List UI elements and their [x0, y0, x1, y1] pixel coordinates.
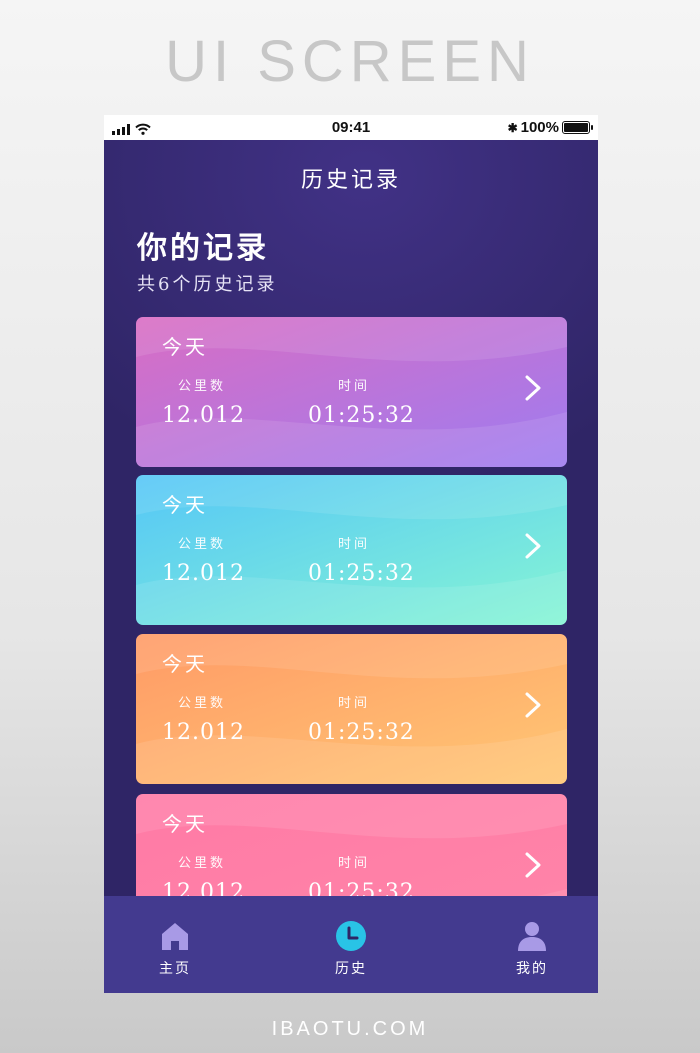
record-day: 今天	[162, 652, 208, 676]
battery-icon	[562, 121, 593, 134]
record-card[interactable]: 今天 公里数 时间 12.012 01:25:32	[136, 317, 567, 467]
chevron-right-icon[interactable]	[524, 851, 542, 879]
record-count: 共6个历史记录	[137, 274, 278, 295]
time-label: 时间	[338, 537, 371, 552]
tab-label-history: 历史	[335, 961, 367, 977]
page-title: 你的记录	[137, 231, 269, 266]
time-label: 时间	[338, 856, 371, 871]
distance-label: 公里数	[178, 379, 227, 394]
distance-value: 12.012	[162, 720, 245, 745]
time-label: 时间	[338, 696, 371, 711]
tab-profile[interactable]: 我的	[477, 896, 587, 993]
nav-title: 历史记录	[300, 168, 401, 193]
tab-bar: 主页 历史 我的	[104, 896, 598, 993]
record-card[interactable]: 今天 公里数 时间 12.012 01:25:32	[136, 634, 567, 784]
tab-home[interactable]: 主页	[120, 896, 230, 993]
footer-brand: IBAOTU.COM	[271, 1018, 429, 1040]
distance-label: 公里数	[178, 696, 227, 711]
duration-value: 01:25:32	[308, 561, 415, 586]
tab-history[interactable]: 历史	[296, 896, 406, 993]
chevron-right-icon[interactable]	[524, 691, 542, 719]
time-label: 时间	[338, 379, 371, 394]
banner-title: UI SCREEN	[165, 29, 535, 94]
tab-label-profile: 我的	[516, 961, 548, 977]
tab-label-home: 主页	[159, 961, 191, 977]
record-card[interactable]: 今天 公里数 时间 12.012 01:25:32	[136, 475, 567, 625]
chevron-right-icon[interactable]	[524, 374, 542, 402]
record-day: 今天	[162, 335, 208, 359]
record-day: 今天	[162, 812, 208, 836]
distance-value: 12.012	[162, 561, 245, 586]
distance-label: 公里数	[178, 537, 227, 552]
user-icon	[518, 922, 546, 951]
clock-icon	[336, 921, 366, 951]
battery-percent: 100%	[520, 119, 559, 136]
status-right: ✱ 100%	[507, 119, 593, 136]
bluetooth-icon: ✱	[507, 120, 518, 135]
record-day: 今天	[162, 493, 208, 517]
home-icon	[162, 923, 188, 950]
phone-screen: 09:41 ✱ 100% 历史记录 你的记录 共6个历史记录 今天 公里数 时间…	[104, 115, 598, 993]
duration-value: 01:25:32	[308, 720, 415, 745]
distance-label: 公里数	[178, 856, 227, 871]
distance-value: 12.012	[162, 403, 245, 428]
duration-value: 01:25:32	[308, 403, 415, 428]
status-bar: 09:41 ✱ 100%	[104, 115, 598, 140]
chevron-right-icon[interactable]	[524, 532, 542, 560]
